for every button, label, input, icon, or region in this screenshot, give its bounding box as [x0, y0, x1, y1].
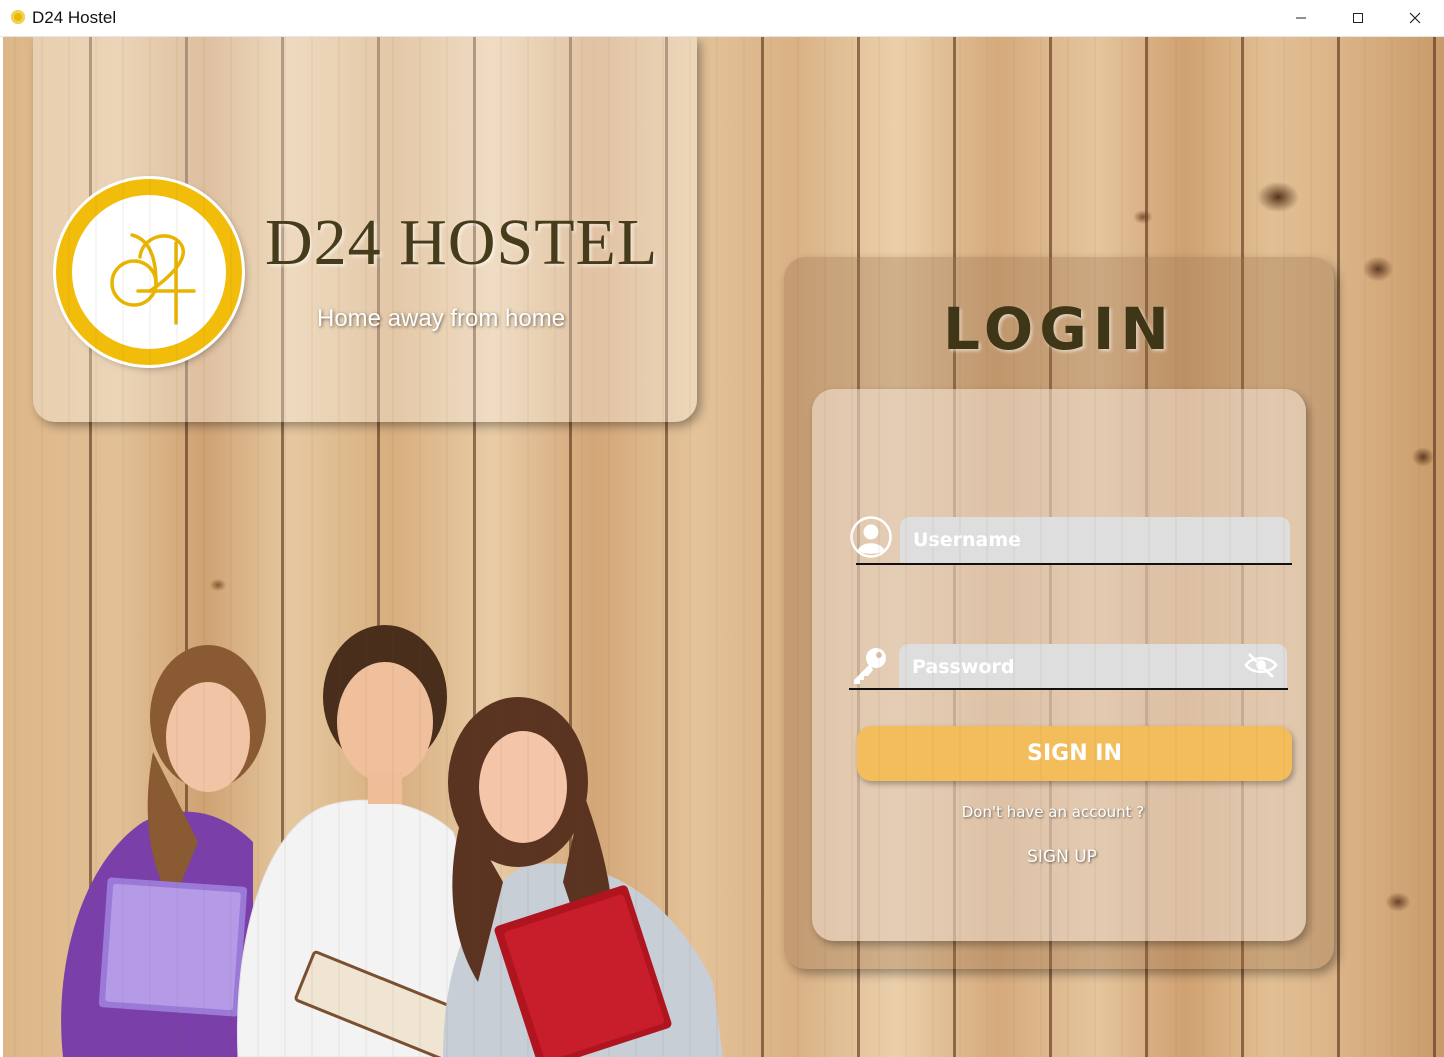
minimize-button[interactable]	[1272, 0, 1330, 36]
sign-in-button[interactable]: SIGN IN	[857, 726, 1292, 781]
password-underline	[849, 688, 1288, 690]
username-input[interactable]	[900, 517, 1290, 563]
login-form: SIGN IN Don't have an account ? SIGN UP	[812, 389, 1306, 941]
login-title: LOGIN	[943, 295, 1175, 363]
eye-off-icon[interactable]	[1244, 651, 1278, 679]
maximize-button[interactable]	[1329, 0, 1387, 36]
no-account-text: Don't have an account ?	[961, 803, 1145, 821]
key-icon	[854, 648, 886, 684]
close-icon	[1409, 12, 1421, 24]
brand-logo	[56, 179, 242, 365]
app-content: D24 HOSTEL Home away from home LOGIN Use…	[3, 37, 1444, 1057]
brand-panel: D24 HOSTEL Home away from home	[33, 37, 697, 422]
password-field[interactable]	[899, 644, 1287, 690]
sign-up-link[interactable]: SIGN UP	[812, 847, 1312, 867]
students-hero-image	[61, 625, 723, 1057]
app-logo-icon	[11, 10, 25, 24]
password-input[interactable]	[899, 644, 1287, 690]
username-field[interactable]	[900, 517, 1290, 563]
minimize-icon	[1296, 17, 1306, 19]
username-underline	[856, 563, 1292, 565]
brand-name: D24 HOSTEL	[265, 206, 659, 279]
close-button[interactable]	[1386, 0, 1444, 36]
login-panel: LOGIN Username SIGN IN Don't have an acc…	[784, 257, 1334, 969]
maximize-icon	[1353, 13, 1363, 23]
d24-monogram-icon	[110, 233, 196, 325]
user-icon	[850, 516, 892, 558]
brand-tagline: Home away from home	[317, 305, 566, 332]
window-title: D24 Hostel	[32, 8, 117, 27]
window-titlebar: D24 Hostel	[0, 0, 1444, 37]
